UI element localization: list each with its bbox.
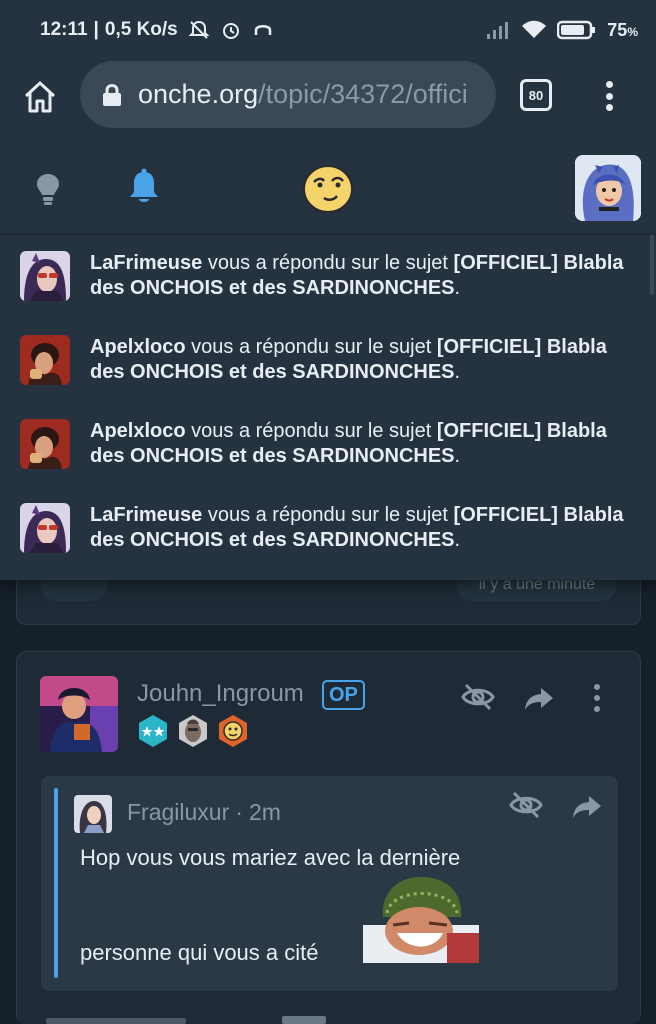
quote-time: 2m xyxy=(248,799,281,825)
quoted-message: Fragiluxur · 2m Hop vous vous mariez avec … xyxy=(41,776,618,991)
lightbulb-icon[interactable] xyxy=(34,172,62,206)
notification-item[interactable]: LaFrimeuse vous a répondu sur le sujet [… xyxy=(0,235,656,319)
share-icon[interactable] xyxy=(523,686,555,712)
notification-user: LaFrimeuse xyxy=(90,252,203,274)
onche-logo-smiley[interactable] xyxy=(302,164,354,214)
quote-bar xyxy=(54,788,58,978)
bell-icon[interactable] xyxy=(127,168,161,206)
network-speed: 0,5 Ko/s xyxy=(104,19,178,40)
post-author-name[interactable]: Jouhn_Ingroum xyxy=(137,680,304,708)
notification-user: Apelxloco xyxy=(90,336,186,358)
quote-author-name[interactable]: Fragiluxur xyxy=(127,799,229,825)
quote-hide-icon[interactable] xyxy=(508,790,544,820)
url-domain: onche.org xyxy=(138,79,259,109)
quote-share-icon[interactable] xyxy=(571,794,603,820)
hide-icon[interactable] xyxy=(460,682,496,712)
notifications-off-icon xyxy=(188,20,210,39)
op-badge: OP xyxy=(322,680,365,710)
url-bar[interactable]: onche.org/topic/34372/offici xyxy=(80,61,496,128)
url-path: /topic/34372/offici xyxy=(258,79,468,109)
lock-icon xyxy=(103,83,121,106)
signal-icon xyxy=(487,22,509,39)
post-card: Jouhn_Ingroum OP Fragiluxur · 2m Hop vous … xyxy=(16,651,641,1024)
notification-item[interactable]: Apelxloco vous a répondu sur le sujet [O… xyxy=(0,403,656,487)
tab-switcher-button[interactable]: 80 xyxy=(520,79,552,111)
notification-avatar xyxy=(20,419,70,469)
user-avatar[interactable] xyxy=(575,155,641,221)
face-badge-icon xyxy=(179,715,207,747)
next-content-edge xyxy=(0,1012,656,1024)
home-icon xyxy=(24,81,56,113)
notification-item[interactable]: LaFrimeuse vous a répondu sur le sujet [… xyxy=(0,487,656,571)
post-author-avatar[interactable] xyxy=(40,676,118,752)
quote-text-line-2: personne qui vous a cité xyxy=(80,940,319,965)
browser-menu-button[interactable] xyxy=(596,78,622,114)
laughing-man-sticker xyxy=(363,877,479,963)
quote-author-avatar[interactable] xyxy=(74,795,112,833)
notification-user: Apelxloco xyxy=(90,420,186,442)
browser-toolbar: onche.org/topic/34372/offici 80 xyxy=(0,60,656,134)
user-badges xyxy=(137,714,249,748)
battery-icon xyxy=(557,20,596,40)
battery-level: 75 xyxy=(607,19,628,40)
notifications-dropdown: LaFrimeuse vous a répondu sur le sujet [… xyxy=(0,234,656,580)
notification-user: LaFrimeuse xyxy=(90,504,203,526)
post-more-button[interactable] xyxy=(594,684,602,712)
notification-avatar xyxy=(20,335,70,385)
wifi-icon xyxy=(522,20,547,38)
notification-avatar xyxy=(20,503,70,553)
status-time: 12:11 xyxy=(40,19,88,40)
tab-count: 80 xyxy=(528,87,544,103)
status-bar: 12:11 | 0,5 Ko/s 75% xyxy=(0,0,656,60)
notification-avatar xyxy=(20,251,70,301)
alarm-icon xyxy=(222,23,239,39)
smiley-badge-icon xyxy=(219,715,247,747)
quote-text-line-1: Hop vous vous mariez avec la dernière xyxy=(80,845,461,870)
headphones-icon xyxy=(254,25,271,35)
stars-badge-icon xyxy=(139,715,167,747)
notification-item[interactable]: Apelxloco vous a répondu sur le sujet [O… xyxy=(0,319,656,403)
home-button[interactable] xyxy=(20,77,60,117)
